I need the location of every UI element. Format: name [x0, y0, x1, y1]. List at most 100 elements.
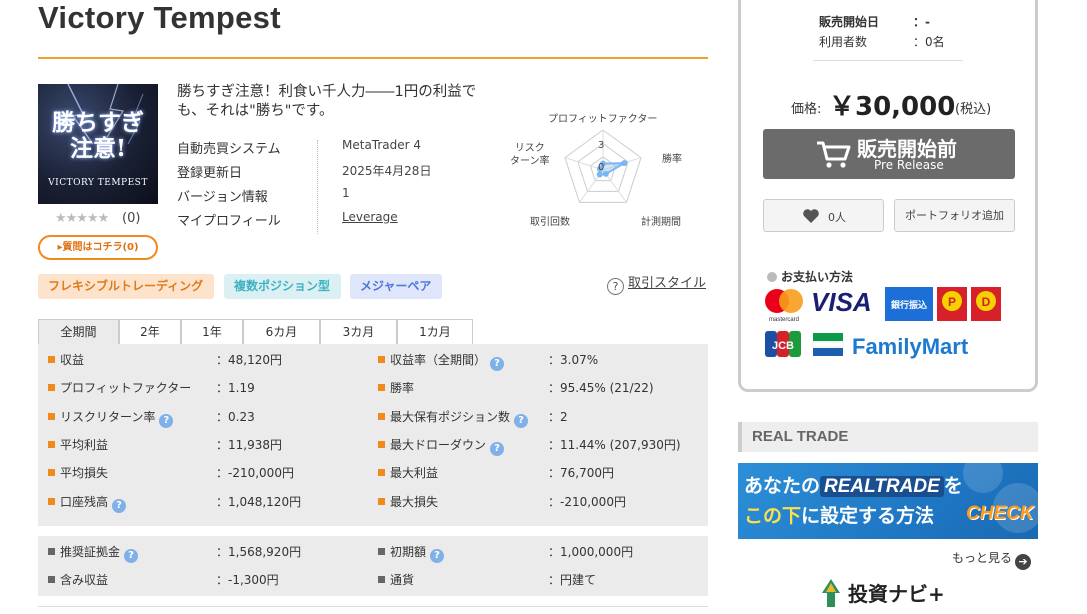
- stat-row: 収益率（全期間）? ：3.07%: [378, 346, 698, 374]
- stat-name-text: 最大保有ポジション数: [390, 409, 511, 424]
- heart-icon: [803, 209, 819, 223]
- performance-stats: 収益 ：48,120円プロフィットファクター ：1.19 リスクリターン率? ：0.23…: [38, 344, 708, 526]
- svg-text:JCB: JCB: [772, 340, 794, 352]
- bullet-square-icon: [378, 412, 385, 420]
- release-label: 販売開始日: [819, 15, 880, 29]
- divider: [38, 606, 708, 607]
- tag-major-pair[interactable]: メジャーペア: [350, 274, 442, 299]
- stat-row: 初期額? ：1,000,000円: [378, 538, 698, 566]
- help-icon[interactable]: ?: [514, 413, 529, 428]
- stat-value: ：11.44% (207,930円): [548, 437, 681, 452]
- bullet-square-icon: [378, 497, 385, 505]
- stat-value: ：1.19: [216, 381, 255, 396]
- profile-link[interactable]: Leverage: [342, 210, 398, 224]
- stat-value: ：76,700円: [548, 466, 614, 481]
- banner-text: を: [943, 475, 963, 497]
- stat-name: 平均損失: [60, 464, 108, 481]
- bullet-square-icon: [48, 356, 55, 363]
- navi-arrow-icon: [822, 579, 840, 607]
- familymart-icon: FamilyMart: [812, 333, 969, 359]
- stat-name-text: 平均利益: [60, 437, 109, 452]
- tab-all-period[interactable]: 全期間: [38, 319, 119, 344]
- help-icon[interactable]: ?: [124, 549, 139, 563]
- stat-name: リスクリターン率?: [60, 408, 174, 428]
- tab-6-months[interactable]: 6カ月: [243, 319, 320, 344]
- stat-value: ：1,000,000円: [548, 545, 634, 559]
- real-trade-banner[interactable]: あなたの REALTRADE を この下に設定する方法 CHECK: [738, 463, 1038, 539]
- buy-button[interactable]: 販売開始前 Pre Release: [763, 129, 1015, 179]
- tag-multi-position[interactable]: 複数ポジション型: [224, 274, 341, 299]
- stat-name-text: 含み収益: [60, 573, 109, 587]
- product-thumbnail[interactable]: 勝ちすぎ 注意! VICTORY TEMPEST: [38, 84, 158, 204]
- help-icon[interactable]: ?: [112, 498, 127, 513]
- product-title: Victory Tempest: [38, 0, 281, 35]
- price-label: 価格:: [791, 102, 822, 117]
- help-icon[interactable]: ?: [159, 413, 174, 428]
- stat-row: 最大保有ポジション数? ：2: [378, 403, 698, 431]
- help-icon[interactable]: ?: [490, 441, 505, 456]
- tab-1-year[interactable]: 1年: [181, 319, 243, 344]
- stat-name: 収益率（全期間）?: [390, 351, 505, 371]
- trade-style-label: 取引スタイル: [628, 276, 707, 291]
- tab-3-months[interactable]: 3カ月: [320, 319, 397, 344]
- stat-row: 最大損失 ：-210,000円: [378, 488, 698, 516]
- svg-text:P: P: [948, 295, 956, 309]
- bullet-icon: [767, 272, 777, 282]
- bullet-square-icon: [378, 356, 385, 363]
- stat-value: ：0.23: [216, 409, 255, 424]
- purchase-box: 販売開始日 ：- 利用者数 ：0名 価格: ￥30,000 (税込) 販売開始前…: [738, 0, 1038, 392]
- price-tax: (税込): [955, 102, 992, 117]
- help-icon[interactable]: ?: [490, 357, 505, 371]
- radar-chart: プロフィットファクター 勝率 計測期間 取引回数 リスク ターン率 3 0: [500, 100, 705, 235]
- thumbnail-text: 勝ちすぎ 注意!: [38, 110, 158, 162]
- divider: [813, 60, 963, 61]
- bullet-square-icon: [48, 497, 55, 505]
- stat-name-text: 収益率（全期間）: [390, 353, 487, 367]
- stat-value: ：-210,000円: [548, 494, 626, 509]
- investment-navi-logo[interactable]: 投資ナビ+: [818, 578, 945, 607]
- radar-label-trades: 取引回数: [530, 217, 570, 228]
- stat-name: 平均利益: [60, 436, 108, 453]
- add-portfolio-button[interactable]: ポートフォリオ追加: [894, 199, 1015, 232]
- tag-flexible-trading[interactable]: フレキシブルトレーディング: [38, 274, 214, 299]
- stat-row: 収益 ：48,120円: [48, 346, 368, 374]
- more-link-label: もっと見る: [952, 551, 1013, 565]
- radar-label-period: 計測期間: [641, 217, 681, 228]
- stat-name-text: 口座残高: [60, 494, 109, 509]
- more-link[interactable]: もっと見る ➔: [952, 549, 1032, 570]
- favorite-button[interactable]: 0人: [763, 199, 884, 232]
- radar-label-profit-factor: プロフィットファクター: [548, 114, 658, 125]
- stat-name-text: 最大ドローダウン: [390, 437, 487, 452]
- bullet-square-icon: [378, 384, 385, 392]
- stat-row: 最大利益 ：76,700円: [378, 459, 698, 487]
- ask-question-button[interactable]: ▸質問はコチラ(0): [38, 235, 158, 260]
- stat-name: プロフィットファクター: [60, 379, 191, 396]
- tab-2-years[interactable]: 2年: [119, 319, 181, 344]
- svg-text:銀行振込: 銀行振込: [891, 299, 927, 311]
- stat-name-text: 初期額: [390, 545, 427, 559]
- help-icon[interactable]: ?: [430, 549, 445, 563]
- bullet-square-icon: [378, 440, 385, 448]
- stat-row: 含み収益 ：-1,300円: [48, 566, 368, 594]
- radar-point-win-rate: [621, 160, 628, 167]
- pay-easy-icon: P: [937, 287, 967, 321]
- release-value: ：-: [913, 15, 930, 29]
- trade-style-link[interactable]: ? 取引スタイル: [607, 272, 706, 295]
- bullet-square-icon: [48, 384, 55, 392]
- cart-icon: [817, 141, 851, 168]
- stat-name-text: プロフィットファクター: [60, 381, 192, 396]
- stat-row: 最大ドローダウン? ：11.44% (207,930円): [378, 431, 698, 459]
- stat-name: 最大保有ポジション数?: [390, 408, 529, 428]
- stat-name-text: 勝率: [390, 381, 415, 396]
- payment-title-text: お支払い方法: [781, 270, 854, 284]
- stat-name: 含み収益: [60, 571, 108, 588]
- bullet-square-icon: [378, 548, 385, 555]
- svg-text:mastercard: mastercard: [769, 317, 799, 323]
- stat-name-text: 収益: [60, 353, 85, 367]
- stat-name: 収益: [60, 351, 84, 368]
- users-value: ：0名: [913, 35, 945, 49]
- account-stats: 推奨証拠金? ：1,568,920円 含み収益 ：-1,300円 初期額? ：1,000,…: [38, 536, 708, 596]
- stat-name-text: 最大利益: [390, 466, 439, 481]
- info-separator: [317, 140, 318, 234]
- tab-1-month[interactable]: 1カ月: [397, 319, 473, 344]
